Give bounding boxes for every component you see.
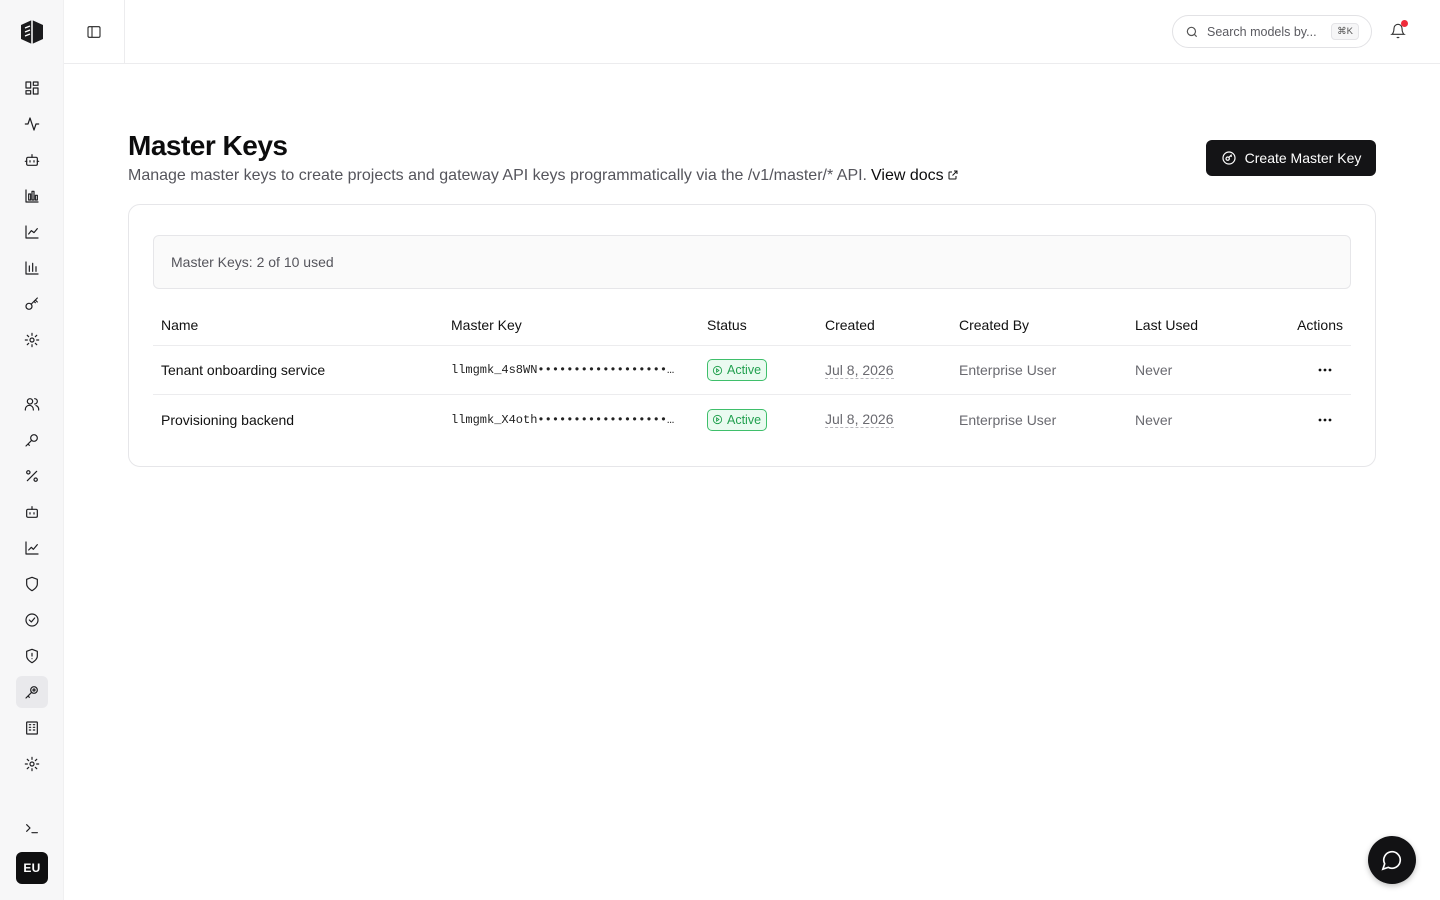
- page-title: Master Keys: [128, 130, 288, 161]
- create-master-key-label: Create Master Key: [1244, 150, 1362, 166]
- usage-banner: Master Keys: 2 of 10 used: [153, 235, 1351, 289]
- row-created: Jul 8, 2026: [825, 346, 894, 394]
- column-header-actions: Actions: [1297, 317, 1343, 333]
- column-header-name[interactable]: Name: [161, 305, 198, 345]
- row-created-date[interactable]: Jul 8, 2026: [825, 362, 894, 379]
- search-input[interactable]: Search models by... ⌘K: [1172, 15, 1372, 48]
- more-horizontal-icon: [1318, 418, 1332, 421]
- column-header-created-by[interactable]: Created By: [959, 305, 1029, 345]
- table-header: Name Master Key Status Created Created B…: [153, 305, 1351, 346]
- users-icon[interactable]: [16, 388, 48, 420]
- view-docs-label: View docs: [871, 167, 944, 184]
- column-header-last-used[interactable]: Last Used: [1135, 305, 1198, 345]
- external-link-icon: [947, 168, 959, 186]
- terminal-icon[interactable]: [16, 812, 48, 844]
- more-horizontal-icon: [1318, 368, 1332, 372]
- row-name: Tenant onboarding service: [161, 362, 326, 378]
- shield-icon[interactable]: [16, 568, 48, 600]
- master-keys-card: Master Keys: 2 of 10 used Name Master Ke…: [128, 204, 1376, 467]
- message-circle-icon: [1381, 850, 1402, 871]
- row-created-date[interactable]: Jul 8, 2026: [825, 411, 894, 428]
- row-created: Jul 8, 2026: [825, 395, 894, 444]
- view-docs-link[interactable]: View docs: [871, 167, 959, 184]
- percent-icon[interactable]: [16, 460, 48, 492]
- subtitle-text: Manage master keys to create projects an…: [128, 167, 867, 184]
- key-icon[interactable]: [16, 288, 48, 320]
- key-plus-icon: [1222, 151, 1236, 165]
- page-subtitle: Manage master keys to create projects an…: [128, 167, 959, 186]
- agent-icon[interactable]: [16, 496, 48, 528]
- table-row[interactable]: Tenant onboarding service llmgmk_4s8WN••…: [153, 346, 1351, 395]
- trend-icon[interactable]: [16, 532, 48, 564]
- search-icon: [1186, 26, 1198, 37]
- app-logo-icon[interactable]: [19, 19, 45, 45]
- create-master-key-button[interactable]: Create Master Key: [1206, 140, 1376, 176]
- search-shortcut-badge: ⌘K: [1331, 23, 1359, 40]
- line-chart-icon[interactable]: [16, 216, 48, 248]
- row-last-used: Never: [1135, 362, 1173, 378]
- usage-text: Master Keys: 2 of 10 used: [171, 254, 334, 270]
- column-header-status[interactable]: Status: [707, 305, 747, 345]
- activity-icon[interactable]: [16, 108, 48, 140]
- row-master-key[interactable]: llmgmk_4s8WN••••••••••••••••••…: [451, 346, 691, 394]
- sidebar-toggle-button[interactable]: [64, 0, 125, 63]
- row-created-by: Enterprise User: [959, 411, 1057, 428]
- column-header-master-key[interactable]: Master Key: [451, 305, 691, 345]
- chat-support-button[interactable]: [1368, 836, 1416, 884]
- more-actions-button[interactable]: [1313, 408, 1337, 432]
- panel-left-icon: [87, 25, 101, 38]
- search-placeholder: Search models by...: [1207, 24, 1317, 39]
- bot-icon[interactable]: [16, 144, 48, 176]
- shield-alert-icon[interactable]: [16, 640, 48, 672]
- row-created-by: Enterprise User: [959, 362, 1057, 378]
- status-badge: Active: [707, 359, 768, 381]
- dashboard-icon[interactable]: [16, 72, 48, 104]
- status-badge-label: Active: [727, 412, 762, 427]
- notification-dot: [1401, 20, 1408, 27]
- check-circle-icon[interactable]: [16, 604, 48, 636]
- play-circle-icon: [712, 414, 723, 425]
- sidebar: EU: [0, 0, 64, 900]
- status-badge: Active: [707, 408, 768, 431]
- master-keys-table: Name Master Key Status Created Created B…: [153, 305, 1351, 444]
- row-last-used: Never: [1135, 411, 1173, 428]
- row-name: Provisioning backend: [161, 411, 295, 428]
- row-actions: [1313, 395, 1337, 444]
- master-key-icon[interactable]: [16, 676, 48, 708]
- column-header-created[interactable]: Created: [825, 305, 875, 345]
- notifications-button[interactable]: [1386, 20, 1410, 44]
- play-circle-icon: [712, 365, 723, 375]
- column-chart-icon[interactable]: [16, 252, 48, 284]
- more-actions-button[interactable]: [1313, 358, 1337, 382]
- bar-chart-icon[interactable]: [16, 180, 48, 212]
- building-icon[interactable]: [16, 712, 48, 744]
- table-row[interactable]: Provisioning backend llmgmk_X4oth•••••••…: [153, 395, 1351, 444]
- row-status: Active: [707, 395, 768, 444]
- row-status: Active: [707, 346, 768, 394]
- settings-icon[interactable]: [16, 324, 48, 356]
- row-master-key[interactable]: llmgmk_X4oth••••••••••••••••••…: [451, 395, 691, 444]
- key-round-icon[interactable]: [16, 424, 48, 456]
- gear-icon[interactable]: [16, 748, 48, 780]
- row-actions: [1313, 346, 1337, 394]
- top-bar: Search models by... ⌘K: [64, 0, 1440, 64]
- status-badge-label: Active: [727, 363, 762, 377]
- user-avatar[interactable]: EU: [16, 852, 48, 884]
